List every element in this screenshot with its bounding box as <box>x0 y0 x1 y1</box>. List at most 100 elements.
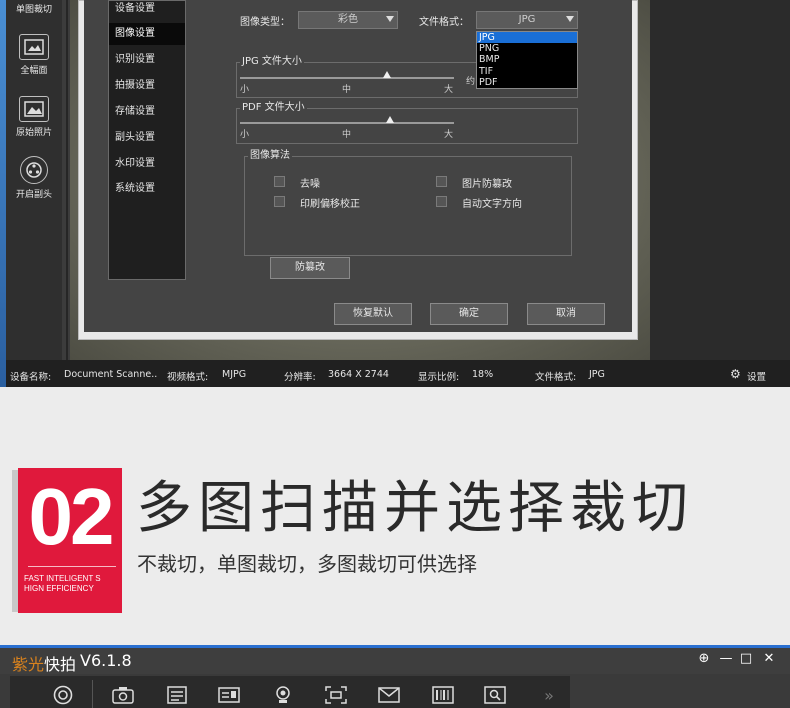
tamper-proof-checkbox[interactable] <box>436 176 447 187</box>
rail-item-label: 原始照片 <box>15 128 52 138</box>
cancel-button[interactable]: 取消 <box>527 303 605 325</box>
file-format-value: JPG <box>518 14 536 25</box>
right-panel <box>650 0 790 360</box>
jpg-size-slider-thumb[interactable] <box>383 71 391 78</box>
nav-item-capture[interactable]: 拍摄设置 <box>109 75 185 97</box>
video-format-label: 视频格式: <box>167 372 209 383</box>
file-format-status-value: JPG <box>589 369 605 380</box>
file-format-dropdown: JPG PNG BMP TIF PDF <box>476 31 578 89</box>
jpg-tick-large: 大 <box>444 85 454 95</box>
original-photo-icon <box>19 96 49 122</box>
auto-text-direction-checkbox[interactable] <box>436 196 447 207</box>
promo-subtitle: 不裁切，单图裁切，多图裁切可供选择 <box>137 552 477 576</box>
camera-icon[interactable] <box>112 686 134 704</box>
file-format-select[interactable]: JPG <box>476 11 578 29</box>
globe-icon[interactable]: ⊕ <box>696 651 712 666</box>
capture-icon[interactable] <box>52 685 74 705</box>
document-icon[interactable] <box>166 686 188 704</box>
nav-item-device[interactable]: 设备设置 <box>109 0 185 20</box>
nav-item-recognition[interactable]: 识别设置 <box>109 49 185 71</box>
image-type-label: 图像类型： <box>240 17 290 28</box>
maximize-icon[interactable]: □ <box>738 651 754 666</box>
secondary-camera-icon <box>20 156 48 184</box>
rail-item-single-crop[interactable]: 单图裁切 <box>6 2 62 15</box>
badge-caption-line-1: FAST INTELIGENT S <box>24 574 101 583</box>
left-rail: 单图裁切 全幅面 原始照片 开启副头 <box>6 0 62 360</box>
image-type-value: 彩色 <box>338 14 358 25</box>
image-algorithm-title: 图像算法 <box>248 150 292 162</box>
print-offset-label: 印刷偏移校正 <box>300 199 360 210</box>
settings-nav: 设备设置 图像设置 识别设置 拍摄设置 存储设置 副头设置 水印设置 系统设置 <box>108 0 186 280</box>
promo-title: 多图扫描并选择裁切 <box>136 476 694 541</box>
nav-item-secondary-camera[interactable]: 副头设置 <box>109 127 185 149</box>
jpg-size-slider-track[interactable] <box>240 77 454 79</box>
nav-item-storage[interactable]: 存储设置 <box>109 101 185 123</box>
print-offset-checkbox[interactable] <box>274 196 285 207</box>
resolution-label: 分辨率: <box>284 372 316 383</box>
badge-caption-line-2: HIGN EFFICIENCY <box>24 584 94 593</box>
ok-button[interactable]: 确定 <box>430 303 508 325</box>
scan-frame-icon[interactable] <box>325 686 347 704</box>
device-name-label: 设备名称: <box>10 372 52 383</box>
rail-item-label: 全幅面 <box>20 66 48 76</box>
status-bar: 设备名称: Document Scanne.. 视频格式: MJPG 分辨率: … <box>6 360 790 387</box>
barcode-icon[interactable] <box>432 686 454 704</box>
settings-link[interactable]: 设置 <box>747 369 766 383</box>
format-option-png[interactable]: PNG <box>477 43 577 54</box>
nav-item-system[interactable]: 系统设置 <box>109 178 185 200</box>
webcam-icon[interactable] <box>272 686 294 704</box>
chevron-down-icon <box>566 16 574 22</box>
nav-item-image[interactable]: 图像设置 <box>109 23 185 45</box>
rail-divider <box>66 0 68 360</box>
chevron-down-icon <box>386 16 394 22</box>
file-format-status-label: 文件格式: <box>535 372 577 383</box>
chevron-right-icon[interactable]: » <box>538 686 560 705</box>
restore-default-button[interactable]: 恢复默认 <box>334 303 412 325</box>
jpg-size-estimate: 约 <box>466 77 476 87</box>
app-name-product: 快拍 <box>44 655 77 674</box>
auto-text-direction-label: 自动文字方向 <box>462 199 522 210</box>
display-ratio-label: 显示比例: <box>418 372 460 383</box>
image-search-icon[interactable] <box>484 686 506 704</box>
nav-item-watermark[interactable]: 水印设置 <box>109 153 185 175</box>
video-format-value: MJPG <box>222 369 247 380</box>
denoise-label: 去噪 <box>300 179 320 190</box>
denoise-checkbox[interactable] <box>274 176 285 187</box>
pdf-size-slider-thumb[interactable] <box>386 116 394 123</box>
display-ratio-value: 18% <box>472 369 494 380</box>
rail-item-original-photo[interactable]: 原始照片 <box>6 96 62 138</box>
pdf-tick-large: 大 <box>444 130 454 140</box>
format-option-bmp[interactable]: BMP <box>477 54 577 65</box>
badge-number: 02 <box>28 472 115 561</box>
pdf-size-title: PDF 文件大小 <box>240 102 307 114</box>
resolution-value: 3664 X 2744 <box>328 369 389 380</box>
format-option-pdf[interactable]: PDF <box>477 77 577 88</box>
id-card-icon[interactable] <box>218 686 240 704</box>
pdf-size-slider-track[interactable] <box>240 122 454 124</box>
pdf-tick-small: 小 <box>240 130 250 140</box>
jpg-tick-small: 小 <box>240 85 250 95</box>
device-name-value: Document Scanne.. <box>64 369 158 380</box>
rail-item-label: 开启副头 <box>15 190 52 200</box>
gear-icon[interactable]: ⚙ <box>730 367 741 381</box>
image-algorithm-group <box>244 156 572 256</box>
format-option-jpg[interactable]: JPG <box>477 32 577 43</box>
app-name-brand: 紫光 <box>12 655 45 674</box>
full-frame-icon <box>19 34 49 60</box>
file-format-label: 文件格式： <box>419 17 469 28</box>
rail-item-secondary-camera[interactable]: 开启副头 <box>6 156 62 200</box>
rail-item-label: 单图裁切 <box>15 5 52 15</box>
mail-icon[interactable] <box>378 686 400 704</box>
format-option-tif[interactable]: TIF <box>477 66 577 77</box>
tamper-proof-label: 图片防篡改 <box>462 179 512 190</box>
image-type-select[interactable]: 彩色 <box>298 11 398 29</box>
jpg-tick-medium: 中 <box>342 85 352 95</box>
pdf-tick-medium: 中 <box>342 130 352 140</box>
jpg-size-title: JPG 文件大小 <box>240 56 304 68</box>
tamper-button[interactable]: 防篡改 <box>270 257 350 279</box>
minimize-icon[interactable]: — <box>718 651 734 666</box>
app-version: V6.1.8 <box>80 651 132 670</box>
close-icon[interactable]: ✕ <box>761 651 777 666</box>
rail-item-full-frame[interactable]: 全幅面 <box>6 34 62 76</box>
toolbar-divider <box>92 680 93 708</box>
